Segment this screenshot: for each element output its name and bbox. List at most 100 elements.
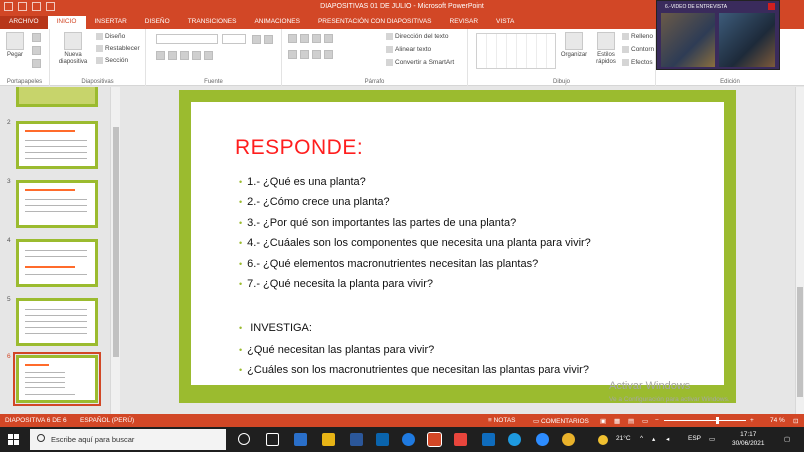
justify-icon[interactable] xyxy=(324,50,333,59)
zoom-slider[interactable] xyxy=(664,420,746,421)
tab-inicio[interactable]: INICIO xyxy=(47,16,86,29)
scrollbar-thumb[interactable] xyxy=(797,287,803,397)
file-explorer-icon[interactable] xyxy=(322,433,335,446)
edge-icon[interactable] xyxy=(508,433,521,446)
align-right-icon[interactable] xyxy=(312,50,321,59)
system-clock[interactable]: 17:17 30/06/2021 xyxy=(732,430,765,448)
grow-font-icon[interactable] xyxy=(252,35,261,44)
windows-start-icon[interactable] xyxy=(8,434,19,445)
font-size-field[interactable] xyxy=(222,34,246,44)
input-language[interactable]: ESP xyxy=(688,435,701,442)
bold-icon[interactable] xyxy=(156,51,165,60)
notes-button[interactable]: ≡ NOTAS xyxy=(488,417,516,424)
effects-button[interactable]: Efectos xyxy=(622,59,653,66)
task-view-icon[interactable] xyxy=(266,433,279,446)
tab-transiciones[interactable]: TRANSICIONES xyxy=(179,16,246,29)
increase-indent-icon[interactable] xyxy=(324,34,333,43)
shrink-font-icon[interactable] xyxy=(264,35,273,44)
slide-thumbnail-6[interactable] xyxy=(13,352,101,406)
cut-icon[interactable] xyxy=(32,33,41,42)
zoom-app-icon[interactable] xyxy=(536,433,549,446)
zoom-slider-handle[interactable] xyxy=(716,417,719,424)
quick-styles-button[interactable]: Estilos rápidos xyxy=(592,32,620,66)
language-indicator[interactable]: ESPAÑOL (PERÚ) xyxy=(80,417,134,424)
slide-content[interactable]: RESPONDE: • 1.- ¿Qué es una planta? • 2.- … xyxy=(191,102,724,385)
numbering-icon[interactable] xyxy=(300,34,309,43)
tray-overflow-icon[interactable]: ^ xyxy=(640,435,643,442)
gmail-icon[interactable] xyxy=(454,433,467,446)
outline-button[interactable]: Contorn xyxy=(622,46,654,53)
video-overlay[interactable]: 6.-VIDEO DE ENTREVISTA xyxy=(656,0,780,70)
thumbnails-scrollbar[interactable] xyxy=(110,87,120,414)
shapes-gallery[interactable] xyxy=(476,33,556,69)
decrease-indent-icon[interactable] xyxy=(312,34,321,43)
investiga-heading[interactable]: • INVESTIGA: xyxy=(239,322,312,334)
align-text-button[interactable]: Alinear texto xyxy=(386,46,431,53)
ime-icon[interactable]: ▭ xyxy=(709,435,715,443)
format-painter-icon[interactable] xyxy=(32,59,41,68)
fill-button[interactable]: Relleno xyxy=(622,33,653,40)
paste-button[interactable]: Pegar xyxy=(4,32,26,59)
tab-animaciones[interactable]: ANIMACIONES xyxy=(245,16,309,29)
slide-sorter-icon[interactable]: ▦ xyxy=(614,417,620,425)
slide-thumbnail-5[interactable] xyxy=(16,298,98,346)
notifications-icon[interactable]: ▢ xyxy=(784,435,790,443)
comments-button[interactable]: ▭ COMENTARIOS xyxy=(533,417,589,425)
normal-view-icon[interactable]: ▣ xyxy=(600,417,606,425)
bullets-icon[interactable] xyxy=(288,34,297,43)
tab-insertar[interactable]: INSERTAR xyxy=(86,16,136,29)
tab-revisar[interactable]: REVISAR xyxy=(441,16,488,29)
temperature-text[interactable]: 21°C xyxy=(616,435,631,442)
powerpoint-icon[interactable] xyxy=(427,432,442,447)
onedrive-icon[interactable] xyxy=(402,433,415,446)
slide-scrollbar[interactable] xyxy=(795,87,804,414)
align-left-icon[interactable] xyxy=(288,50,297,59)
layout-button[interactable]: Diseño xyxy=(96,33,125,40)
copy-icon[interactable] xyxy=(32,46,41,55)
smartart-button[interactable]: Convertir a SmartArt xyxy=(386,59,454,66)
slide-thumbnail-3[interactable] xyxy=(16,180,98,228)
zoom-in-icon[interactable]: + xyxy=(750,417,754,424)
section-button[interactable]: Sección xyxy=(96,57,128,64)
weather-icon[interactable] xyxy=(598,435,608,445)
reading-view-icon[interactable]: ▤ xyxy=(628,417,634,425)
tab-archivo[interactable]: ARCHIVO xyxy=(0,16,48,29)
underline-icon[interactable] xyxy=(180,51,189,60)
chrome-icon[interactable] xyxy=(562,433,575,446)
arrange-button[interactable]: Organizar xyxy=(558,32,590,59)
zoom-out-icon[interactable]: − xyxy=(655,417,659,424)
slide-thumbnail-1[interactable] xyxy=(16,87,98,107)
word-icon[interactable] xyxy=(350,433,363,446)
zoom-level[interactable]: 74 % xyxy=(770,417,785,424)
italic-icon[interactable] xyxy=(168,51,177,60)
store-icon[interactable] xyxy=(376,433,389,446)
app-icon-blue[interactable] xyxy=(294,433,307,446)
font-name-field[interactable] xyxy=(156,34,218,44)
network-icon[interactable]: ▴ xyxy=(652,435,655,443)
tab-diseno[interactable]: DISEÑO xyxy=(136,16,179,29)
scrollbar-thumb[interactable] xyxy=(113,127,119,357)
reset-icon xyxy=(96,45,103,52)
reset-button[interactable]: Restablecer xyxy=(96,45,140,52)
font-color-icon[interactable] xyxy=(204,51,213,60)
new-slide-button[interactable]: Nueva diapositiva xyxy=(56,32,90,66)
slide-heading[interactable]: RESPONDE: xyxy=(235,136,363,160)
tab-vista[interactable]: VISTA xyxy=(487,16,523,29)
volume-icon[interactable]: ◂ xyxy=(666,435,669,443)
tab-presentacion[interactable]: PRESENTACIÓN CON DIAPOSITIVAS xyxy=(309,16,441,29)
clock-date: 30/06/2021 xyxy=(732,440,765,447)
strikethrough-icon[interactable] xyxy=(192,51,201,60)
outlook-icon[interactable] xyxy=(482,433,495,446)
taskbar-search-input[interactable]: Escribe aquí para buscar xyxy=(30,429,226,450)
fit-slide-icon[interactable]: ⊡ xyxy=(793,417,798,425)
slide-thumbnail-4[interactable] xyxy=(16,239,98,287)
cortana-icon[interactable] xyxy=(238,433,250,445)
new-slide-label: Nueva diapositiva xyxy=(58,52,88,65)
question-list[interactable]: • 1.- ¿Qué es una planta? • 2.- ¿Cómo crec… xyxy=(239,176,591,298)
slideshow-view-icon[interactable]: ▭ xyxy=(642,417,648,425)
text-direction-button[interactable]: Dirección del texto xyxy=(386,33,448,40)
investiga-list[interactable]: • ¿Qué necesitan las plantas para vivir? … xyxy=(239,344,589,385)
align-center-icon[interactable] xyxy=(300,50,309,59)
slide-frame[interactable]: RESPONDE: • 1.- ¿Qué es una planta? • 2.- … xyxy=(179,90,736,403)
slide-thumbnail-2[interactable] xyxy=(16,121,98,169)
